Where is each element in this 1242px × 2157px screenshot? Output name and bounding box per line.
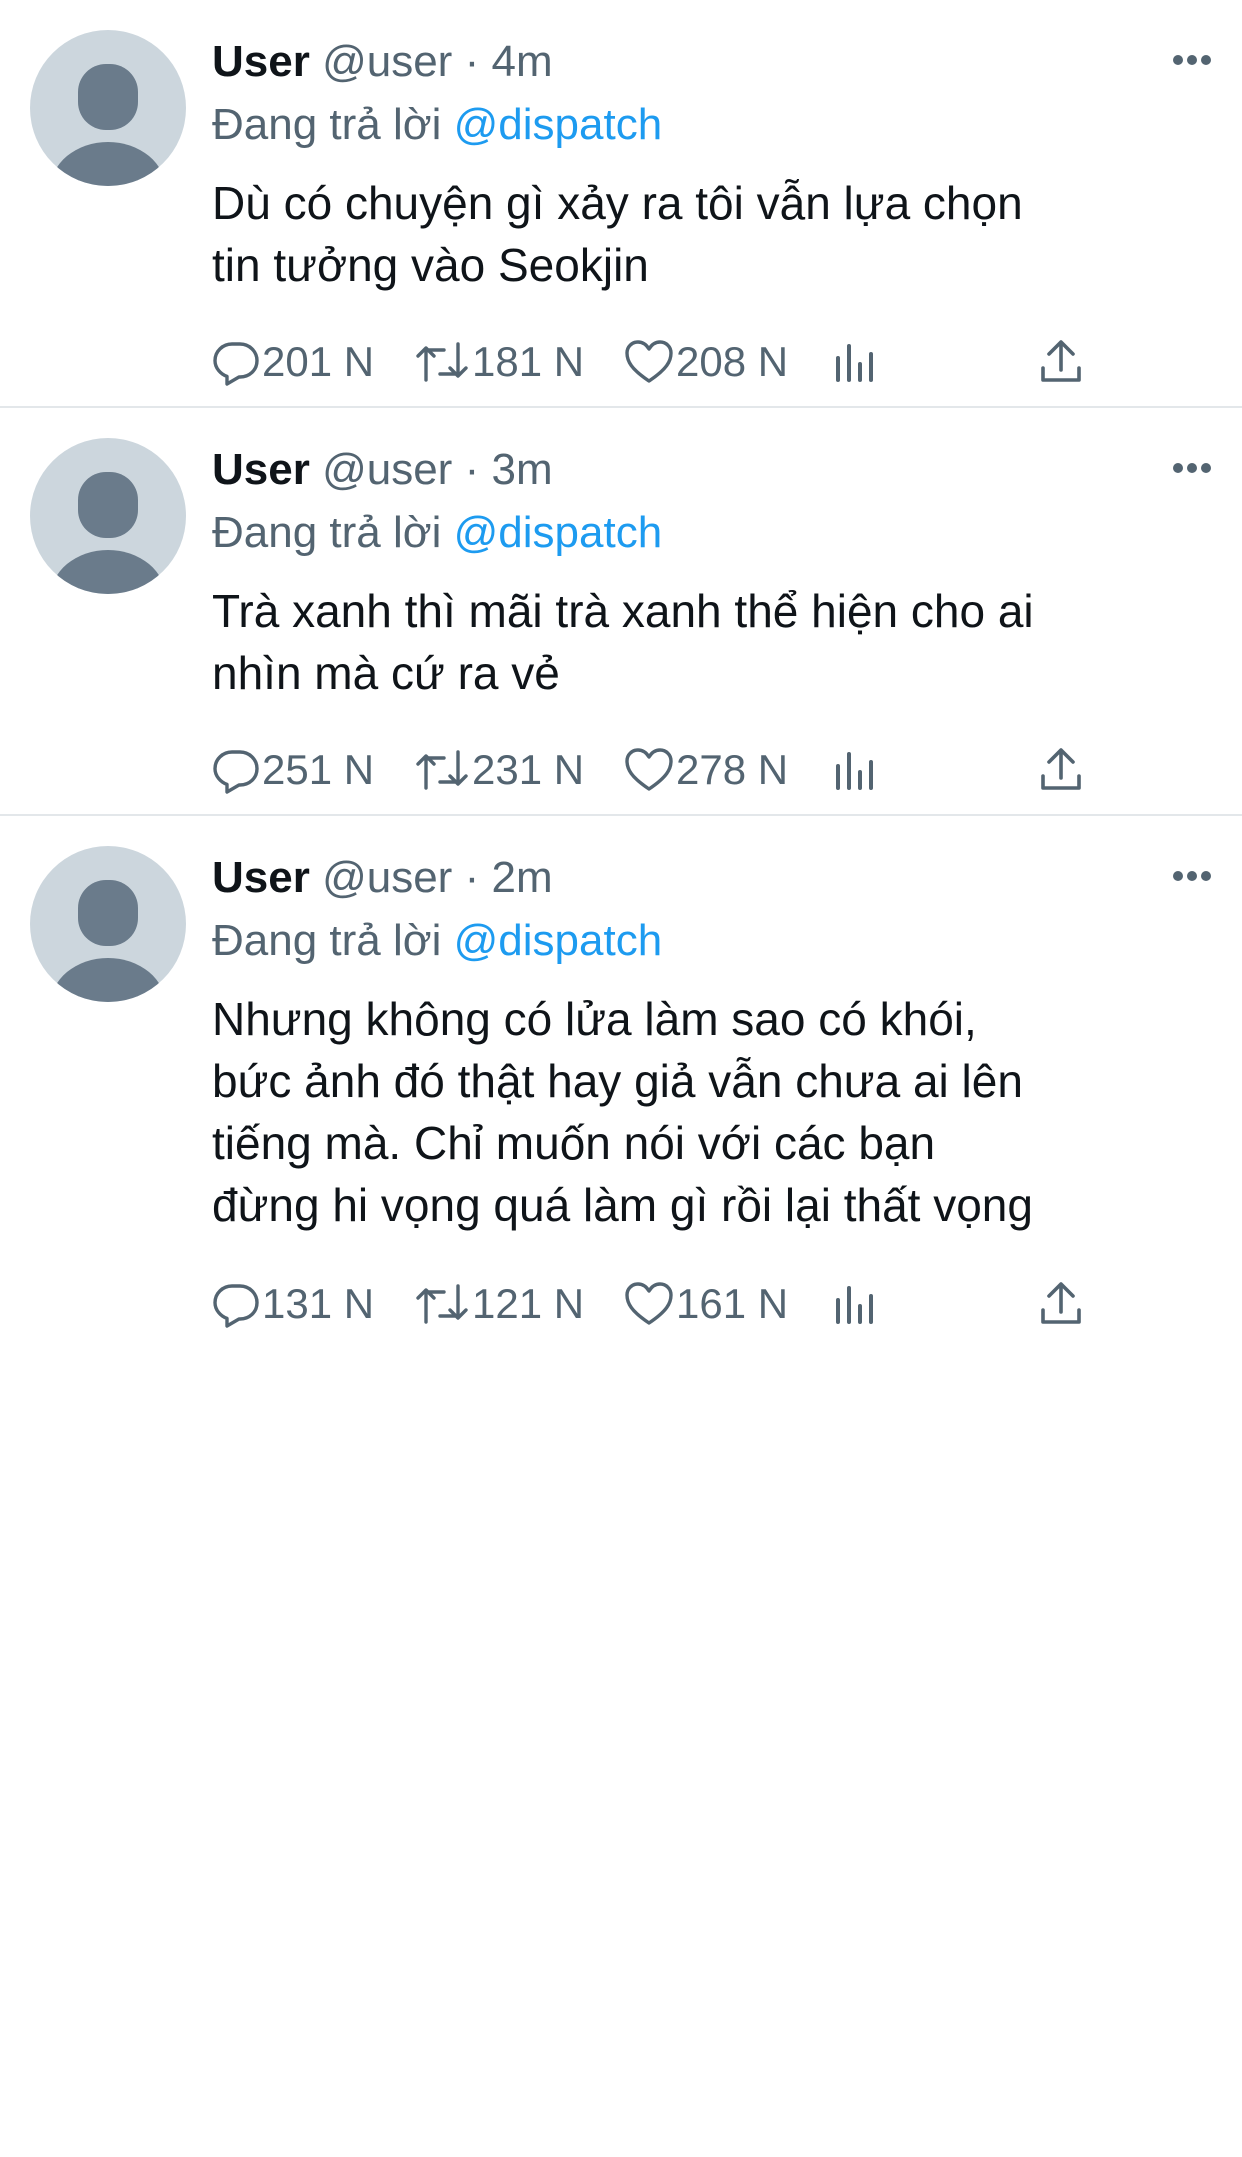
- more-icon[interactable]: [1172, 52, 1212, 68]
- reply-icon: [213, 750, 259, 794]
- retweet-icon: [416, 342, 468, 382]
- like-count: 161 N: [676, 1280, 789, 1327]
- action-bar: 251 N 231 N 278 N: [212, 742, 1092, 798]
- reply-icon: [213, 342, 259, 386]
- tweet-header: User @user · 3m: [212, 442, 553, 498]
- analytics-button[interactable]: [834, 334, 878, 390]
- reply-count: 251 N: [262, 746, 375, 793]
- reply-icon: [213, 1284, 259, 1328]
- tweet[interactable]: User @user · 2m Đang trả lời @dispatch N…: [0, 816, 1242, 2157]
- like-count: 278 N: [676, 746, 789, 793]
- display-name[interactable]: User: [212, 445, 310, 494]
- user-handle[interactable]: @user: [322, 37, 452, 86]
- analytics-button[interactable]: [834, 1276, 878, 1332]
- heart-icon: [625, 340, 673, 383]
- reply-count: 131 N: [262, 1280, 375, 1327]
- more-icon[interactable]: [1172, 460, 1212, 476]
- analytics-icon: [836, 752, 873, 790]
- mention-link[interactable]: @dispatch: [454, 916, 663, 965]
- heart-icon: [625, 748, 673, 791]
- avatar[interactable]: [30, 30, 186, 186]
- reply-button[interactable]: 131 N: [212, 1276, 374, 1332]
- separator-dot: ·: [464, 37, 480, 86]
- retweet-icon: [416, 750, 468, 790]
- replying-to: Đang trả lời @dispatch: [212, 914, 662, 968]
- separator-dot: ·: [464, 445, 480, 494]
- tweet-header: User @user · 2m: [212, 850, 553, 906]
- share-icon: [1041, 1282, 1081, 1324]
- replying-to: Đang trả lời @dispatch: [212, 506, 662, 560]
- separator-dot: ·: [464, 853, 480, 902]
- mention-link[interactable]: @dispatch: [454, 508, 663, 557]
- reply-button[interactable]: 201 N: [212, 334, 374, 390]
- tweet[interactable]: User @user · 4m Đang trả lời @dispatch D…: [0, 0, 1242, 408]
- tweet-header: User @user · 4m: [212, 34, 553, 90]
- action-bar: 201 N 181 N 208 N: [212, 334, 1092, 390]
- replying-to-label: Đang trả lời: [212, 508, 442, 557]
- like-button[interactable]: 161 N: [624, 1276, 788, 1332]
- replying-to: Đang trả lời @dispatch: [212, 98, 662, 152]
- default-profile-icon: [50, 64, 166, 186]
- default-profile-icon: [50, 880, 166, 1002]
- tweet[interactable]: User @user · 3m Đang trả lời @dispatch T…: [0, 408, 1242, 816]
- analytics-button[interactable]: [834, 742, 878, 798]
- retweet-icon: [416, 1284, 468, 1324]
- user-handle[interactable]: @user: [322, 445, 452, 494]
- user-handle[interactable]: @user: [322, 853, 452, 902]
- reply-button[interactable]: 251 N: [212, 742, 374, 798]
- avatar[interactable]: [30, 846, 186, 1002]
- avatar[interactable]: [30, 438, 186, 594]
- display-name[interactable]: User: [212, 37, 310, 86]
- replying-to-label: Đang trả lời: [212, 100, 442, 149]
- timestamp[interactable]: 2m: [491, 853, 552, 902]
- reply-count: 201 N: [262, 338, 375, 385]
- timestamp[interactable]: 4m: [491, 37, 552, 86]
- retweet-count: 181 N: [472, 338, 585, 385]
- default-profile-icon: [50, 472, 166, 594]
- share-button[interactable]: [1038, 742, 1084, 798]
- retweet-button[interactable]: 181 N: [414, 334, 584, 390]
- like-button[interactable]: 278 N: [624, 742, 788, 798]
- retweet-button[interactable]: 121 N: [414, 1276, 584, 1332]
- share-icon: [1041, 340, 1081, 382]
- tweet-text: Trà xanh thì mãi trà xanh thể hiện cho a…: [212, 585, 1034, 699]
- tweet-text: Nhưng không có lửa làm sao có khói, bức …: [212, 993, 1033, 1231]
- like-button[interactable]: 208 N: [624, 334, 788, 390]
- replying-to-label: Đang trả lời: [212, 916, 442, 965]
- mention-link[interactable]: @dispatch: [454, 100, 663, 149]
- retweet-count: 231 N: [472, 746, 585, 793]
- action-bar: 131 N 121 N 161 N: [212, 1276, 1092, 1332]
- retweet-count: 121 N: [472, 1280, 585, 1327]
- share-button[interactable]: [1038, 334, 1084, 390]
- analytics-icon: [836, 1286, 873, 1324]
- more-icon[interactable]: [1172, 868, 1212, 884]
- tweet-text: Dù có chuyện gì xảy ra tôi vẫn lựa chọn …: [212, 177, 1023, 291]
- like-count: 208 N: [676, 338, 789, 385]
- display-name[interactable]: User: [212, 853, 310, 902]
- timestamp[interactable]: 3m: [491, 445, 552, 494]
- share-button[interactable]: [1038, 1276, 1084, 1332]
- analytics-icon: [836, 344, 873, 382]
- heart-icon: [625, 1282, 673, 1325]
- share-icon: [1041, 748, 1081, 790]
- retweet-button[interactable]: 231 N: [414, 742, 584, 798]
